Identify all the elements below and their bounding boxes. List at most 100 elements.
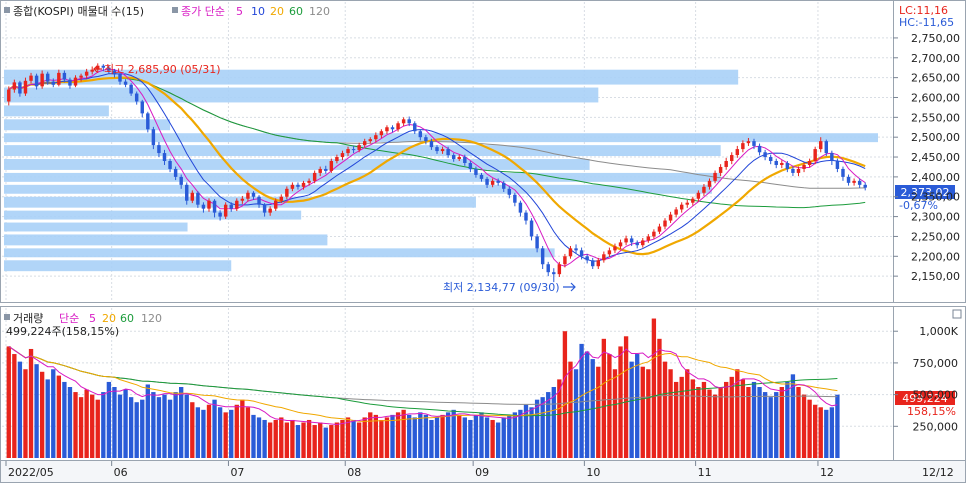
volume-bar bbox=[724, 381, 729, 458]
volume-bar bbox=[785, 381, 790, 458]
candle-body bbox=[835, 161, 840, 169]
volume-bar bbox=[340, 419, 345, 458]
volume-bar bbox=[512, 412, 518, 458]
candle-body bbox=[502, 182, 506, 189]
volume-bar bbox=[318, 422, 323, 458]
volume-bar bbox=[490, 419, 495, 458]
volume-bar bbox=[290, 419, 295, 458]
candle-body bbox=[463, 157, 467, 163]
volume-bar bbox=[779, 387, 784, 458]
volume-bar bbox=[712, 394, 718, 458]
price-tick-label: 2,400,00 bbox=[911, 171, 960, 184]
panel-toggle-icon[interactable] bbox=[952, 309, 962, 319]
candle-body bbox=[196, 192, 200, 205]
candle-body bbox=[273, 200, 278, 209]
volume-bar bbox=[640, 366, 645, 458]
candle-body bbox=[262, 204, 267, 213]
volume-bar bbox=[596, 366, 601, 458]
volume-profile-bar bbox=[4, 105, 109, 117]
volume-bar bbox=[696, 387, 701, 458]
candle-body bbox=[173, 168, 178, 177]
candle-body bbox=[852, 180, 856, 183]
vol-legend-ma120: 120 bbox=[141, 312, 162, 325]
candle-body bbox=[446, 149, 450, 156]
candle-body bbox=[646, 236, 651, 241]
volume-bar bbox=[501, 417, 506, 458]
volume-bar bbox=[685, 369, 690, 458]
candle-body bbox=[229, 204, 233, 209]
candle-body bbox=[590, 260, 595, 267]
candle-body bbox=[641, 240, 645, 246]
volume-bar bbox=[457, 414, 462, 458]
volume-bar bbox=[384, 417, 390, 458]
month-tick-label: 11 bbox=[698, 466, 712, 479]
candle-body bbox=[123, 81, 128, 85]
volume-bar bbox=[390, 414, 395, 458]
candle-body bbox=[429, 141, 434, 148]
candle-body bbox=[457, 157, 461, 160]
candle-body bbox=[129, 84, 133, 94]
candle-body bbox=[79, 75, 83, 78]
volume-bar bbox=[45, 379, 50, 458]
candle-body bbox=[819, 141, 823, 150]
volume-bar bbox=[84, 389, 89, 458]
volume-bar bbox=[156, 397, 162, 458]
low-annotation: 최저 2,134,77 (09/30) bbox=[443, 281, 560, 294]
price-tick-label: 2,200,00 bbox=[911, 250, 960, 263]
candle-body bbox=[624, 238, 628, 243]
volume-bar bbox=[106, 381, 112, 458]
candle-body bbox=[757, 145, 762, 153]
candle-body bbox=[713, 172, 717, 181]
legend-ma60: 60 bbox=[289, 5, 303, 18]
volume-bar bbox=[306, 419, 312, 458]
candle-body bbox=[374, 135, 378, 140]
vol-legend-ma5: 5 bbox=[89, 312, 96, 325]
volume-bar bbox=[829, 407, 835, 458]
candle-body bbox=[613, 246, 617, 251]
volume-bar bbox=[418, 412, 423, 458]
vol-legend-ma60: 60 bbox=[120, 312, 134, 325]
volume-bar bbox=[679, 376, 684, 458]
volume-bar bbox=[774, 392, 779, 458]
volume-bar bbox=[179, 387, 184, 458]
volume-bar bbox=[824, 409, 829, 458]
volume-tick-label: 1,000K bbox=[919, 325, 958, 338]
month-tick-label: 08 bbox=[347, 466, 361, 479]
price-legend-ma-label: 종가 단순 bbox=[181, 5, 225, 18]
volume-bar bbox=[39, 371, 45, 458]
volume-legend-title: 거래량 bbox=[13, 312, 43, 325]
volume-bar bbox=[368, 412, 373, 458]
candle-body bbox=[223, 204, 228, 217]
legend-ma20: 20 bbox=[270, 5, 284, 18]
candle-body bbox=[752, 141, 756, 146]
volume-bar bbox=[473, 414, 479, 458]
candle-body bbox=[140, 101, 144, 114]
candle-body bbox=[691, 198, 695, 203]
candle-body bbox=[324, 168, 328, 171]
candle-body bbox=[552, 272, 556, 275]
candle-body bbox=[413, 123, 417, 132]
candle-body bbox=[151, 129, 156, 146]
candle-body bbox=[629, 238, 634, 243]
volume-bar bbox=[768, 397, 773, 458]
candle-body bbox=[785, 162, 790, 169]
volume-bar bbox=[507, 414, 512, 458]
candle-body bbox=[240, 198, 245, 201]
legend-ma120: 120 bbox=[309, 5, 330, 18]
candle-body bbox=[73, 77, 78, 86]
volume-bar bbox=[651, 318, 657, 458]
candle-body bbox=[557, 264, 562, 275]
chart-canvas[interactable]: 종합(KOSPI) 매물대 수(15) 종가 단순 5 10 20 60 120… bbox=[0, 0, 966, 483]
volume-bar bbox=[701, 381, 707, 458]
volume-bar bbox=[546, 392, 551, 458]
volume-profile-bar bbox=[4, 196, 476, 208]
volume-bar bbox=[835, 394, 840, 458]
candle-body bbox=[212, 200, 217, 213]
volume-bar bbox=[462, 417, 467, 458]
legend-marker-icon bbox=[4, 314, 10, 320]
candle-body bbox=[257, 196, 261, 205]
legend-ma5: 5 bbox=[236, 5, 243, 18]
candle-body bbox=[674, 209, 678, 215]
volume-bar bbox=[334, 422, 340, 458]
candle-body bbox=[346, 149, 350, 154]
